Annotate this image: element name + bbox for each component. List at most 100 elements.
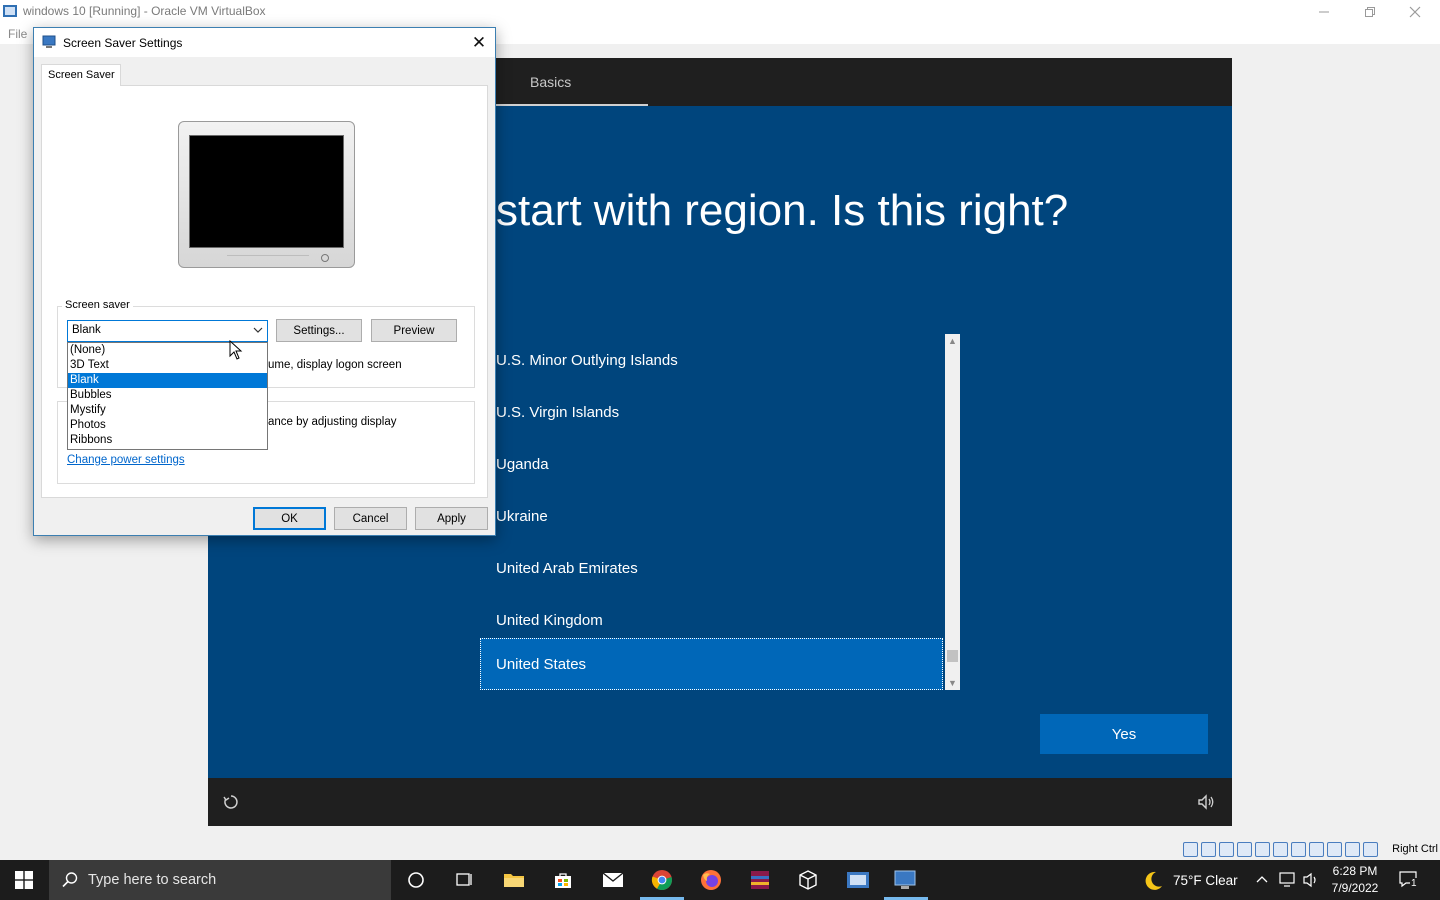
chrome-icon (651, 870, 672, 891)
list-item[interactable]: Uganda (480, 438, 943, 490)
mail-button[interactable] (601, 868, 625, 892)
resume-logon-text: ume, display logon screen (268, 359, 402, 371)
screensaver-taskbar-button[interactable] (893, 868, 917, 892)
restore-button[interactable] (1347, 0, 1393, 24)
list-item-selected[interactable]: United States (480, 638, 943, 690)
tab-screen-saver[interactable]: Screen Saver (41, 64, 121, 86)
preview-screen (189, 135, 344, 248)
firefox-icon (701, 870, 721, 890)
search-icon (62, 872, 78, 888)
volume-icon[interactable] (1196, 792, 1216, 812)
virtualbox-icon (3, 5, 17, 17)
task-view-icon (456, 873, 472, 886)
dropdown-option[interactable]: Ribbons (68, 433, 267, 448)
network-icon[interactable] (1237, 842, 1252, 857)
chevron-up-icon[interactable] (1256, 874, 1268, 886)
screen-saver-dialog[interactable]: Screen Saver Settings ✕ Screen Saver Scr… (33, 27, 496, 536)
dropdown-option-selected[interactable]: Blank (68, 373, 267, 388)
dialog-title: Screen Saver Settings (63, 36, 183, 50)
virtualbox-titlebar: windows 10 [Running] - Oracle VM Virtual… (0, 0, 1440, 24)
shared-folders-icon[interactable] (1273, 842, 1288, 857)
menu-file[interactable]: File (8, 27, 27, 41)
chrome-button[interactable] (650, 868, 674, 892)
taskbar: Type here to search 75°F Clear 6:28 PM 7… (0, 860, 1440, 900)
ease-of-access-icon[interactable] (221, 792, 241, 812)
mouse-cursor-icon (229, 340, 243, 360)
oobe-footer (208, 778, 1232, 826)
apply-button[interactable]: Apply (415, 507, 488, 530)
tab-underline (495, 104, 648, 106)
clock-time: 6:28 PM (1332, 864, 1378, 878)
keyboard-icon[interactable] (1363, 842, 1378, 857)
list-item[interactable]: United Arab Emirates (480, 542, 943, 594)
cpu-icon[interactable] (1327, 842, 1342, 857)
folder-icon (504, 874, 524, 887)
audio-icon[interactable] (1219, 842, 1234, 857)
start-button[interactable] (0, 860, 48, 900)
region-list[interactable]: U.S. Minor Outlying Islands U.S. Virgin … (480, 334, 960, 690)
monitor-power-knob (321, 254, 329, 262)
close-icon (1409, 6, 1421, 18)
cortana-button[interactable] (404, 868, 428, 892)
cancel-button[interactable]: Cancel (334, 507, 407, 530)
page-title: start with region. Is this right? (496, 186, 1069, 235)
dropdown-option[interactable]: Photos (68, 418, 267, 433)
vm-device-icons (1183, 842, 1378, 857)
list-item[interactable]: Ukraine (480, 490, 943, 542)
display-settings-icon (42, 35, 56, 48)
dropdown-option[interactable]: Mystify (68, 403, 267, 418)
screensaver-select[interactable]: Blank (67, 320, 268, 342)
firefox-button[interactable] (699, 868, 723, 892)
region-scrollbar[interactable]: ▲ ▼ (945, 334, 960, 690)
change-power-settings-link[interactable]: Change power settings (67, 454, 185, 466)
dropdown-option[interactable]: 3D Text (68, 358, 267, 373)
window-title: windows 10 [Running] - Oracle VM Virtual… (23, 4, 266, 18)
file-explorer-button[interactable] (502, 868, 526, 892)
monitor-stand (227, 255, 309, 262)
notification-center-button[interactable]: 1 (1398, 870, 1420, 890)
yes-button[interactable]: Yes (1040, 714, 1208, 754)
store-button[interactable] (551, 868, 575, 892)
display-icon[interactable] (1291, 842, 1306, 857)
list-item[interactable]: U.S. Virgin Islands (480, 386, 943, 438)
ok-button[interactable]: OK (253, 507, 326, 530)
taskbar-search-box[interactable]: Type here to search (49, 860, 391, 900)
restore-icon (1365, 7, 1375, 17)
mouse-integration-icon[interactable] (1345, 842, 1360, 857)
preview-button[interactable]: Preview (371, 319, 457, 342)
taskbar-clock[interactable]: 6:28 PM 7/9/2022 (1330, 863, 1380, 897)
host-key-label: Right Ctrl (1392, 843, 1438, 855)
usb-icon[interactable] (1255, 842, 1270, 857)
recording-icon[interactable] (1309, 842, 1324, 857)
screensaver-select-value: Blank (72, 324, 101, 336)
optical-drive-icon[interactable] (1201, 842, 1216, 857)
vm-window-button[interactable] (846, 868, 870, 892)
tab-basics[interactable]: Basics (530, 74, 571, 90)
weather-text[interactable]: 75°F Clear (1173, 873, 1238, 888)
winrar-button[interactable] (748, 868, 772, 892)
monitor-preview (178, 121, 355, 268)
close-window-button[interactable] (1392, 0, 1438, 24)
cortana-icon (408, 872, 424, 888)
power-description-text: ance by adjusting display (268, 416, 397, 428)
store-icon (555, 873, 571, 888)
speaker-icon[interactable] (1302, 872, 1320, 888)
mail-icon (602, 872, 624, 887)
virtualbox-taskbar-button[interactable] (796, 868, 820, 892)
virtualbox-statusbar: Right Ctrl (0, 840, 1440, 860)
dialog-titlebar[interactable]: Screen Saver Settings ✕ (34, 28, 495, 57)
weather-moon-icon[interactable] (1142, 870, 1164, 892)
list-item[interactable]: U.S. Minor Outlying Islands (480, 334, 943, 386)
dropdown-option[interactable]: Bubbles (68, 388, 267, 403)
scroll-thumb[interactable] (947, 650, 958, 662)
network-icon[interactable] (1279, 872, 1297, 888)
minimize-button[interactable] (1301, 0, 1347, 24)
task-view-button[interactable] (452, 868, 476, 892)
display-settings-icon (894, 870, 916, 889)
windows10-vm-icon (847, 872, 869, 888)
scroll-down-icon[interactable]: ▼ (945, 676, 960, 690)
settings-button[interactable]: Settings... (276, 319, 362, 342)
scroll-up-icon[interactable]: ▲ (945, 334, 960, 348)
harddisk-icon[interactable] (1183, 842, 1198, 857)
dialog-close-button[interactable]: ✕ (463, 28, 495, 57)
